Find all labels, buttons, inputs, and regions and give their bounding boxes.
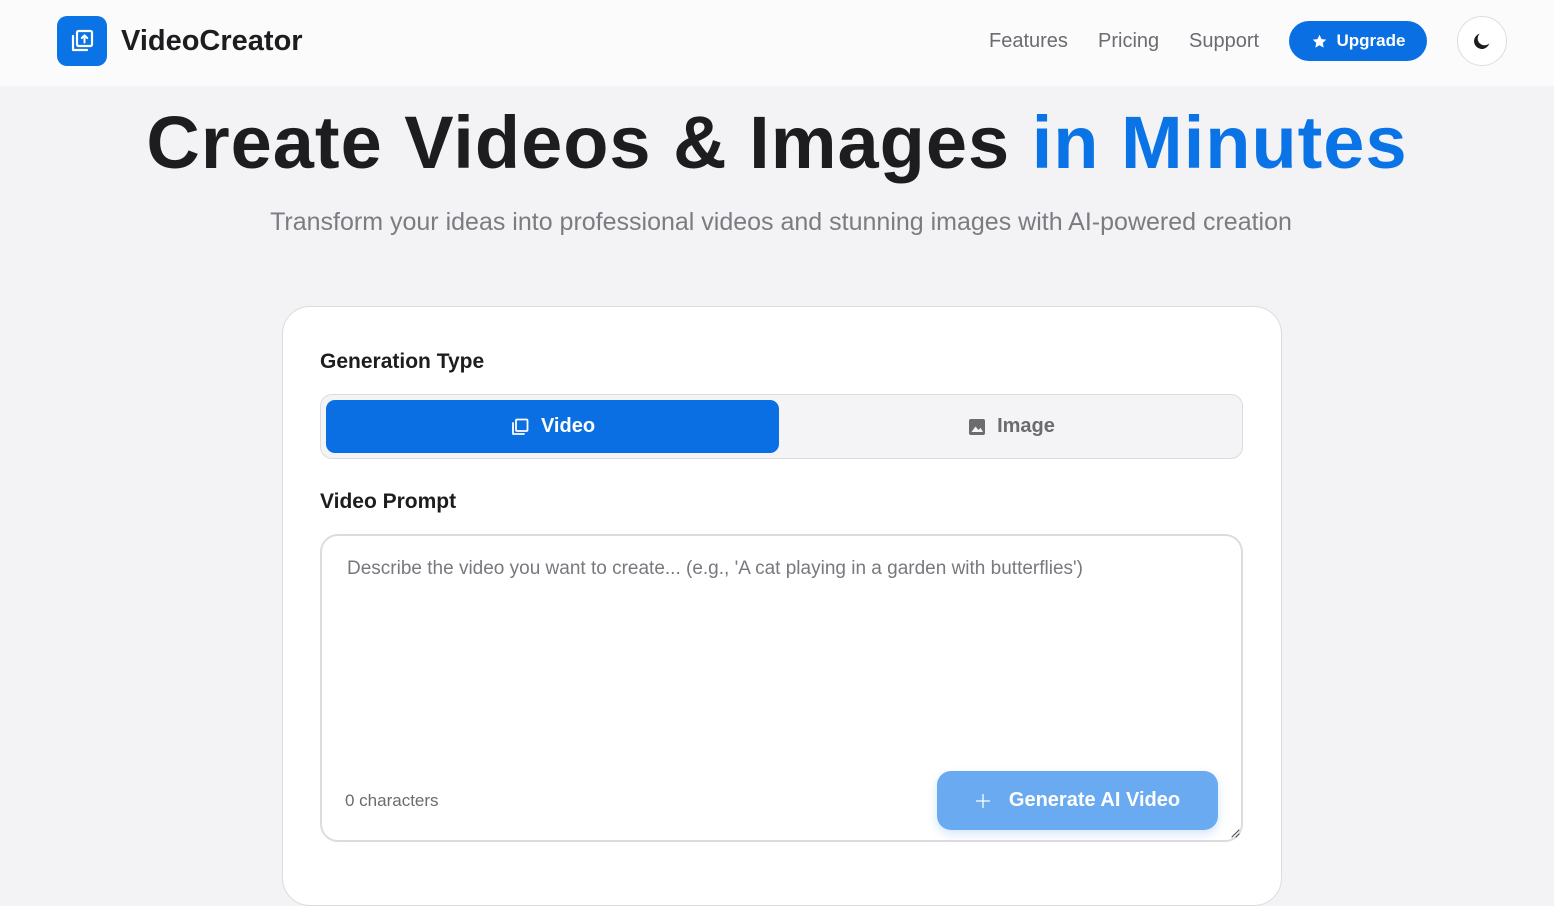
generate-video-button[interactable]: Generate AI Video bbox=[937, 771, 1218, 830]
brand-name[interactable]: VideoCreator bbox=[121, 22, 303, 60]
nav-link-features[interactable]: Features bbox=[989, 28, 1068, 54]
video-frames-icon bbox=[512, 418, 529, 435]
upgrade-button[interactable]: Upgrade bbox=[1289, 21, 1427, 61]
moon-icon bbox=[1474, 33, 1490, 49]
generate-video-label: Generate AI Video bbox=[1008, 789, 1181, 811]
type-option-video-label: Video bbox=[540, 415, 596, 437]
hero-title-accent: in Minutes bbox=[1031, 101, 1408, 184]
video-prompt-label: Video Prompt bbox=[320, 490, 457, 513]
sparkle-icon bbox=[975, 793, 991, 808]
resize-grip-icon[interactable] bbox=[1229, 827, 1240, 838]
type-option-video[interactable]: Video bbox=[326, 400, 779, 453]
upgrade-label: Upgrade bbox=[1336, 31, 1406, 50]
top-navbar: VideoCreator Features Pricing Support Up… bbox=[0, 0, 1554, 86]
theme-toggle-button[interactable] bbox=[1457, 16, 1507, 66]
video-frame-upload-icon bbox=[71, 29, 94, 52]
nav-link-pricing[interactable]: Pricing bbox=[1098, 28, 1159, 54]
star-icon bbox=[1312, 34, 1326, 48]
hero-title-main: Create Videos & Images bbox=[146, 101, 1032, 184]
logo[interactable] bbox=[57, 16, 107, 66]
character-count: 0 characters bbox=[345, 791, 439, 810]
image-icon bbox=[969, 418, 986, 435]
nav-link-support[interactable]: Support bbox=[1189, 28, 1259, 54]
hero-subtitle: Transform your ideas into professional v… bbox=[270, 208, 1292, 236]
generation-type-label: Generation Type bbox=[320, 350, 485, 373]
hero-title: Create Videos & Images in Minutes bbox=[0, 98, 1554, 188]
type-option-image-label: Image bbox=[997, 415, 1055, 437]
type-option-image[interactable]: Image bbox=[785, 400, 1238, 453]
